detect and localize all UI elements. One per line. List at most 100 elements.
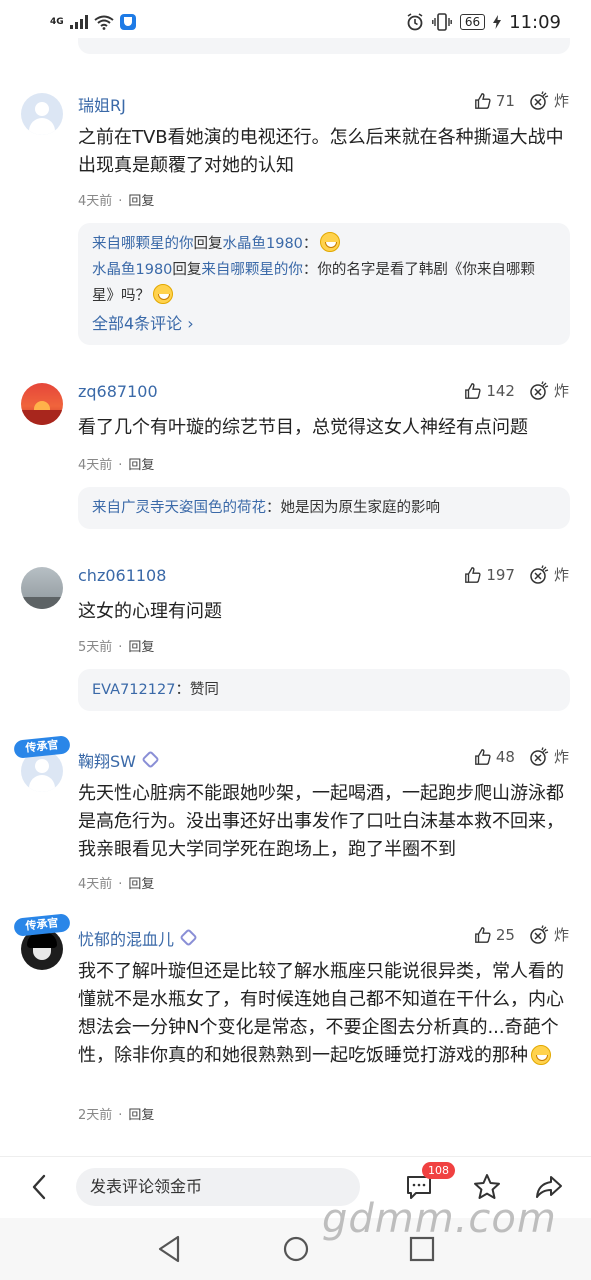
like-button[interactable]: 197 — [464, 566, 515, 584]
comment-text: 之前在TVB看她演的电视还行。怎么后来就在各种撕逼大战中出现真是颠覆了对她的认知 — [78, 127, 564, 176]
thumb-up-icon — [465, 382, 481, 399]
bomb-label: 炸 — [553, 748, 569, 766]
reply-target[interactable]: 来自哪颗星的你 — [201, 262, 303, 278]
reply-button[interactable]: 回复 — [128, 640, 154, 655]
bomb-icon — [530, 746, 549, 766]
nav-home-icon[interactable] — [281, 1234, 311, 1264]
reply-button[interactable]: 回复 — [128, 458, 154, 473]
comment-time: 2天前 — [78, 1108, 113, 1123]
comment-actions: 197 炸 — [464, 564, 569, 585]
bomb-icon — [530, 564, 549, 584]
comment-meta: 4天前 · 回复 — [78, 877, 155, 892]
bomb-button[interactable]: 炸 — [529, 924, 569, 945]
nav-back-icon[interactable] — [156, 1234, 182, 1264]
vibrate-icon — [431, 13, 452, 31]
reply-button[interactable]: 回复 — [128, 1108, 154, 1123]
avatar[interactable] — [21, 93, 63, 135]
username[interactable]: 忧郁的混血儿 — [78, 926, 198, 950]
bomb-button[interactable]: 炸 — [529, 564, 569, 585]
comment-actions: 25 炸 — [474, 924, 569, 945]
reply-box[interactable]: 来自哪颗星的你回复水晶鱼1980： 水晶鱼1980回复来自哪颗星的你：你的名字是… — [78, 223, 570, 345]
reply-box[interactable]: EVA712127：赞同 — [78, 669, 570, 711]
comment-actions: 48 炸 — [474, 746, 569, 767]
comment-text: 看了几个有叶璇的综艺节目，总觉得这女人神经有点问题 — [78, 417, 528, 438]
like-count: 48 — [495, 747, 515, 766]
user-level-icon — [141, 750, 160, 769]
security-app-icon — [119, 14, 136, 30]
comment-text: 这女的心理有问题 — [78, 601, 222, 622]
grin-emoji-icon — [320, 232, 341, 252]
comment-time: 4天前 — [78, 194, 113, 209]
battery-indicator: 66 — [459, 14, 486, 30]
charging-icon — [493, 15, 502, 29]
back-icon[interactable] — [28, 1173, 50, 1201]
bomb-icon — [530, 90, 549, 110]
username[interactable]: 鞠翔SW — [78, 748, 160, 772]
thumb-up-icon — [465, 566, 481, 583]
grin-emoji-icon — [531, 1045, 551, 1065]
comment-time: 5天前 — [78, 640, 113, 655]
bomb-icon — [530, 924, 549, 944]
avatar[interactable] — [21, 383, 63, 425]
alarm-icon — [407, 13, 423, 31]
previous-reply-box — [78, 38, 570, 54]
thumb-up-icon — [475, 92, 491, 109]
username[interactable]: 瑞姐RJ — [78, 92, 126, 116]
reply-author[interactable]: EVA712127 — [92, 682, 175, 698]
bomb-label: 炸 — [553, 382, 569, 400]
reply-author[interactable]: 来自哪颗星的你 — [92, 236, 194, 252]
comment-actions: 71 炸 — [474, 90, 569, 111]
comment-text: 先天性心脏病不能跟她吵架，一起喝酒，一起跑步爬山游泳都是高危行为。没出事还好出事… — [78, 783, 564, 860]
bomb-button[interactable]: 炸 — [529, 380, 569, 401]
like-count: 71 — [495, 91, 515, 110]
reply-button[interactable]: 回复 — [128, 194, 154, 209]
like-count: 197 — [486, 565, 515, 584]
comment-time: 4天前 — [78, 877, 113, 892]
bomb-icon — [530, 380, 549, 400]
reply-line: EVA712127：赞同 — [92, 682, 219, 698]
avatar[interactable] — [21, 567, 63, 609]
comment-text: 我不了解叶璇但还是比较了解水瓶座只能说很异类，常人看的懂就不是水瓶女了，有时候连… — [78, 961, 564, 1066]
reply-line: 来自广灵寺天姿国色的荷花：她是因为原生家庭的影响 — [92, 500, 440, 516]
like-button[interactable]: 48 — [474, 748, 515, 766]
status-left: 4G — [50, 14, 136, 30]
username[interactable]: zq687100 — [78, 382, 158, 401]
network-type: 4G — [50, 17, 64, 27]
reply-author[interactable]: 来自广灵寺天姿国色的荷花 — [92, 500, 266, 516]
comment-meta: 4天前 · 回复 — [78, 458, 155, 473]
comment-meta: 5天前 · 回复 — [78, 640, 155, 655]
like-count: 25 — [495, 925, 515, 944]
like-button[interactable]: 71 — [474, 92, 515, 110]
reply-author[interactable]: 水晶鱼1980 — [92, 262, 172, 278]
comment-meta: 2天前 · 回复 — [78, 1108, 155, 1123]
thumb-up-icon — [475, 748, 491, 765]
signal-icon — [69, 15, 88, 29]
comment-actions: 142 炸 — [464, 380, 569, 401]
like-button[interactable]: 142 — [464, 382, 515, 400]
reply-target[interactable]: 水晶鱼1980 — [223, 236, 303, 252]
thumb-up-icon — [475, 926, 491, 943]
reply-line: 来自哪颗星的你回复水晶鱼1980： — [92, 231, 556, 257]
comment-input[interactable]: 发表评论领金币 — [76, 1168, 360, 1206]
reply-box[interactable]: 来自广灵寺天姿国色的荷花：她是因为原生家庭的影响 — [78, 487, 570, 529]
bomb-label: 炸 — [553, 566, 569, 584]
reply-line: 水晶鱼1980回复来自哪颗星的你：你的名字是看了韩剧《你来自哪颗星》吗？ — [92, 262, 535, 304]
like-button[interactable]: 25 — [474, 926, 515, 944]
reply-button[interactable]: 回复 — [128, 877, 154, 892]
comment-time: 4天前 — [78, 458, 113, 473]
bomb-button[interactable]: 炸 — [529, 746, 569, 767]
grin-emoji-icon — [153, 284, 173, 304]
clock: 11:09 — [509, 11, 561, 33]
avatar-badge: 传承官 — [13, 735, 71, 759]
username[interactable]: chz061108 — [78, 566, 166, 585]
bomb-label: 炸 — [553, 92, 569, 110]
user-level-icon — [179, 928, 198, 947]
watermark: gdmm.com — [322, 1196, 557, 1242]
wifi-icon — [94, 15, 114, 30]
bomb-button[interactable]: 炸 — [529, 90, 569, 111]
like-count: 142 — [486, 381, 515, 400]
comment-meta: 4天前 · 回复 — [78, 194, 155, 209]
comment-count-badge: 108 — [422, 1162, 455, 1179]
bomb-label: 炸 — [553, 926, 569, 944]
view-all-replies-link[interactable]: 全部4条评论 › — [92, 311, 556, 337]
